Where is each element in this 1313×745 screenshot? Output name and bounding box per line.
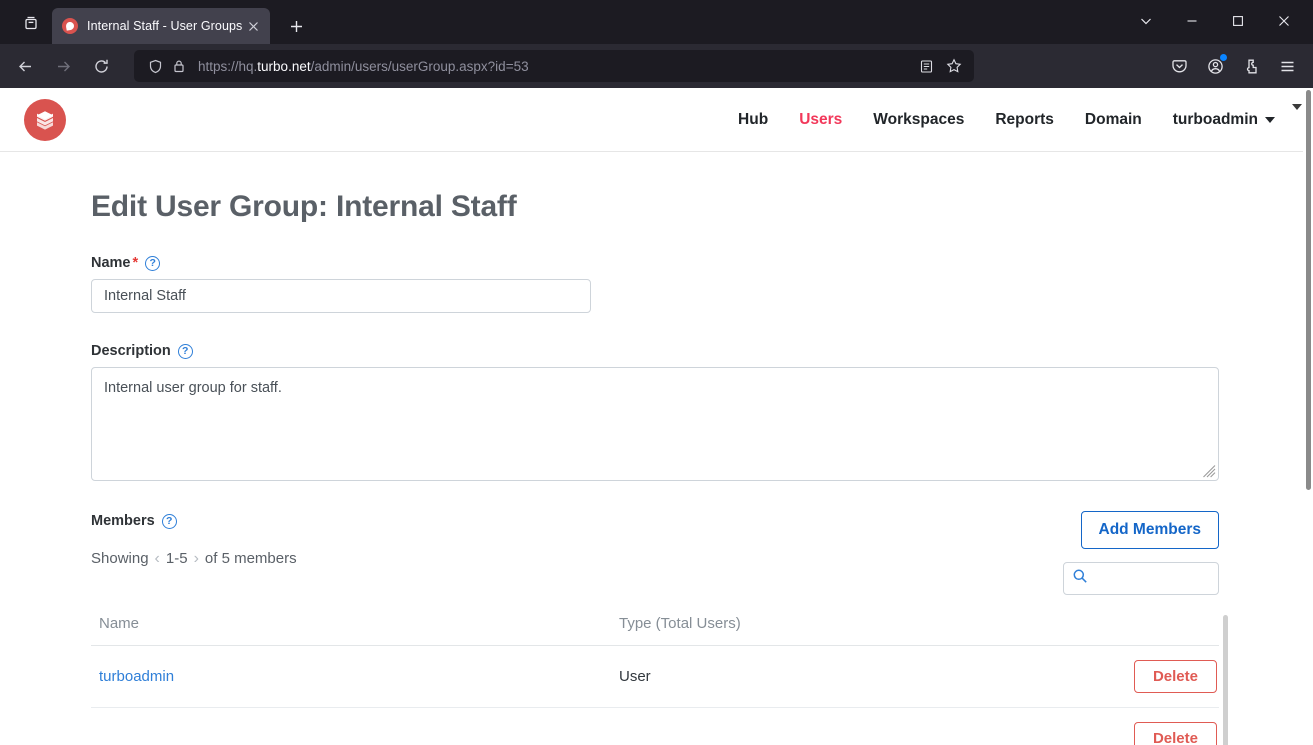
members-section-header: Members ? Showing ‹ 1-5 › of 5 members A… <box>91 511 1219 595</box>
user-menu-label: turboadmin <box>1173 111 1258 129</box>
description-label-text: Description <box>91 343 171 359</box>
delete-button[interactable]: Delete <box>1134 660 1217 693</box>
extensions-icon[interactable] <box>1233 50 1269 82</box>
name-label: Name* ? <box>91 255 1219 271</box>
close-icon[interactable] <box>242 15 264 37</box>
tab-title: Internal Staff - User Groups <box>87 19 242 33</box>
close-window-button[interactable] <box>1261 0 1307 43</box>
browser-tab[interactable]: Internal Staff - User Groups <box>52 8 270 44</box>
maximize-button[interactable] <box>1215 0 1261 43</box>
members-label: Members ? <box>91 513 297 529</box>
tab-list-icon[interactable] <box>14 6 48 40</box>
window-controls <box>1123 0 1307 44</box>
address-bar[interactable]: https://hq.turbo.net/admin/users/userGro… <box>134 50 974 82</box>
column-header-actions <box>1061 615 1219 646</box>
required-marker: * <box>133 255 139 271</box>
showing-suffix: of 5 members <box>205 550 297 567</box>
lock-icon[interactable] <box>168 55 190 77</box>
description-textarea[interactable]: Internal user group for staff. <box>91 367 1219 481</box>
member-name-cell <box>91 708 611 745</box>
nav-item-reports[interactable]: Reports <box>995 111 1054 129</box>
search-icon <box>1072 568 1088 589</box>
turbo-logo-icon[interactable] <box>24 99 66 141</box>
page-title: Edit User Group: Internal Staff <box>91 190 1219 224</box>
next-page-icon[interactable]: › <box>194 551 199 567</box>
column-header-type[interactable]: Type (Total Users) <box>611 615 1061 646</box>
member-type-cell <box>611 708 1061 745</box>
delete-button[interactable]: Delete <box>1134 722 1217 745</box>
help-icon[interactable]: ? <box>145 256 160 271</box>
prev-page-icon[interactable]: ‹ <box>155 551 160 567</box>
user-menu-dropdown[interactable]: turboadmin <box>1173 111 1275 129</box>
pocket-icon[interactable] <box>1161 50 1197 82</box>
member-link[interactable]: turboadmin <box>99 668 174 685</box>
member-actions-cell: Delete <box>1061 708 1219 745</box>
members-table-container: Name Type (Total Users) turboadmin User <box>91 615 1219 745</box>
pagination-status: Showing ‹ 1-5 › of 5 members <box>91 550 297 567</box>
turbo-favicon <box>62 18 78 34</box>
table-row: turboadmin User Delete <box>91 646 1219 708</box>
member-search-box[interactable] <box>1063 562 1219 595</box>
page-viewport: Hub Users Workspaces Reports Domain turb… <box>0 88 1313 745</box>
url-text: https://hq.turbo.net/admin/users/userGro… <box>198 59 912 74</box>
new-tab-button[interactable] <box>280 10 312 42</box>
app-header: Hub Users Workspaces Reports Domain turb… <box>0 88 1303 152</box>
page-range: 1-5 <box>166 550 188 567</box>
name-field-block: Name* ? Internal Staff <box>91 255 1219 313</box>
table-row: Delete <box>91 708 1219 745</box>
tab-strip: Internal Staff - User Groups <box>0 0 1313 44</box>
chevron-down-icon <box>1265 117 1275 123</box>
browser-chrome: Internal Staff - User Groups <box>0 0 1313 88</box>
navigation-toolbar: https://hq.turbo.net/admin/users/userGro… <box>0 44 1313 88</box>
page-scrollbar[interactable] <box>1303 88 1313 745</box>
forward-arrow-icon[interactable] <box>46 50 80 82</box>
member-actions-cell: Delete <box>1061 646 1219 708</box>
account-icon[interactable] <box>1197 50 1233 82</box>
description-field-block: Description ? Internal user group for st… <box>91 343 1219 481</box>
star-icon[interactable] <box>940 52 968 80</box>
description-label: Description ? <box>91 343 1219 359</box>
nav-item-hub[interactable]: Hub <box>738 111 768 129</box>
members-table: Name Type (Total Users) turboadmin User <box>91 615 1219 745</box>
page-scrollbar-thumb[interactable] <box>1306 90 1311 490</box>
hamburger-menu-icon[interactable] <box>1269 50 1305 82</box>
name-input[interactable]: Internal Staff <box>91 279 591 313</box>
back-arrow-icon[interactable] <box>8 50 42 82</box>
chevron-down-icon[interactable] <box>1123 5 1169 37</box>
table-header-row: Name Type (Total Users) <box>91 615 1219 646</box>
reader-view-icon[interactable] <box>912 52 940 80</box>
member-name-cell: turboadmin <box>91 646 611 708</box>
help-icon[interactable]: ? <box>178 344 193 359</box>
column-header-name[interactable]: Name <box>91 615 611 646</box>
page-content: Edit User Group: Internal Staff Name* ? … <box>0 152 1303 745</box>
nav-item-workspaces[interactable]: Workspaces <box>873 111 964 129</box>
scroll-up-arrow-icon[interactable] <box>1292 104 1302 110</box>
reload-icon[interactable] <box>84 50 118 82</box>
help-icon[interactable]: ? <box>162 514 177 529</box>
member-type-cell: User <box>611 646 1061 708</box>
main-navigation: Hub Users Workspaces Reports Domain turb… <box>738 111 1275 129</box>
nav-item-users[interactable]: Users <box>799 111 842 129</box>
table-scrollbar[interactable] <box>1223 615 1228 745</box>
minimize-button[interactable] <box>1169 0 1215 43</box>
account-badge <box>1220 54 1227 61</box>
nav-item-domain[interactable]: Domain <box>1085 111 1142 129</box>
name-label-text: Name <box>91 255 131 271</box>
shield-icon[interactable] <box>144 55 166 77</box>
showing-prefix: Showing <box>91 550 149 567</box>
member-search-input[interactable] <box>1094 571 1210 587</box>
browser-toolbar-actions <box>1161 50 1305 82</box>
add-members-button[interactable]: Add Members <box>1081 511 1220 549</box>
members-label-text: Members <box>91 513 155 529</box>
